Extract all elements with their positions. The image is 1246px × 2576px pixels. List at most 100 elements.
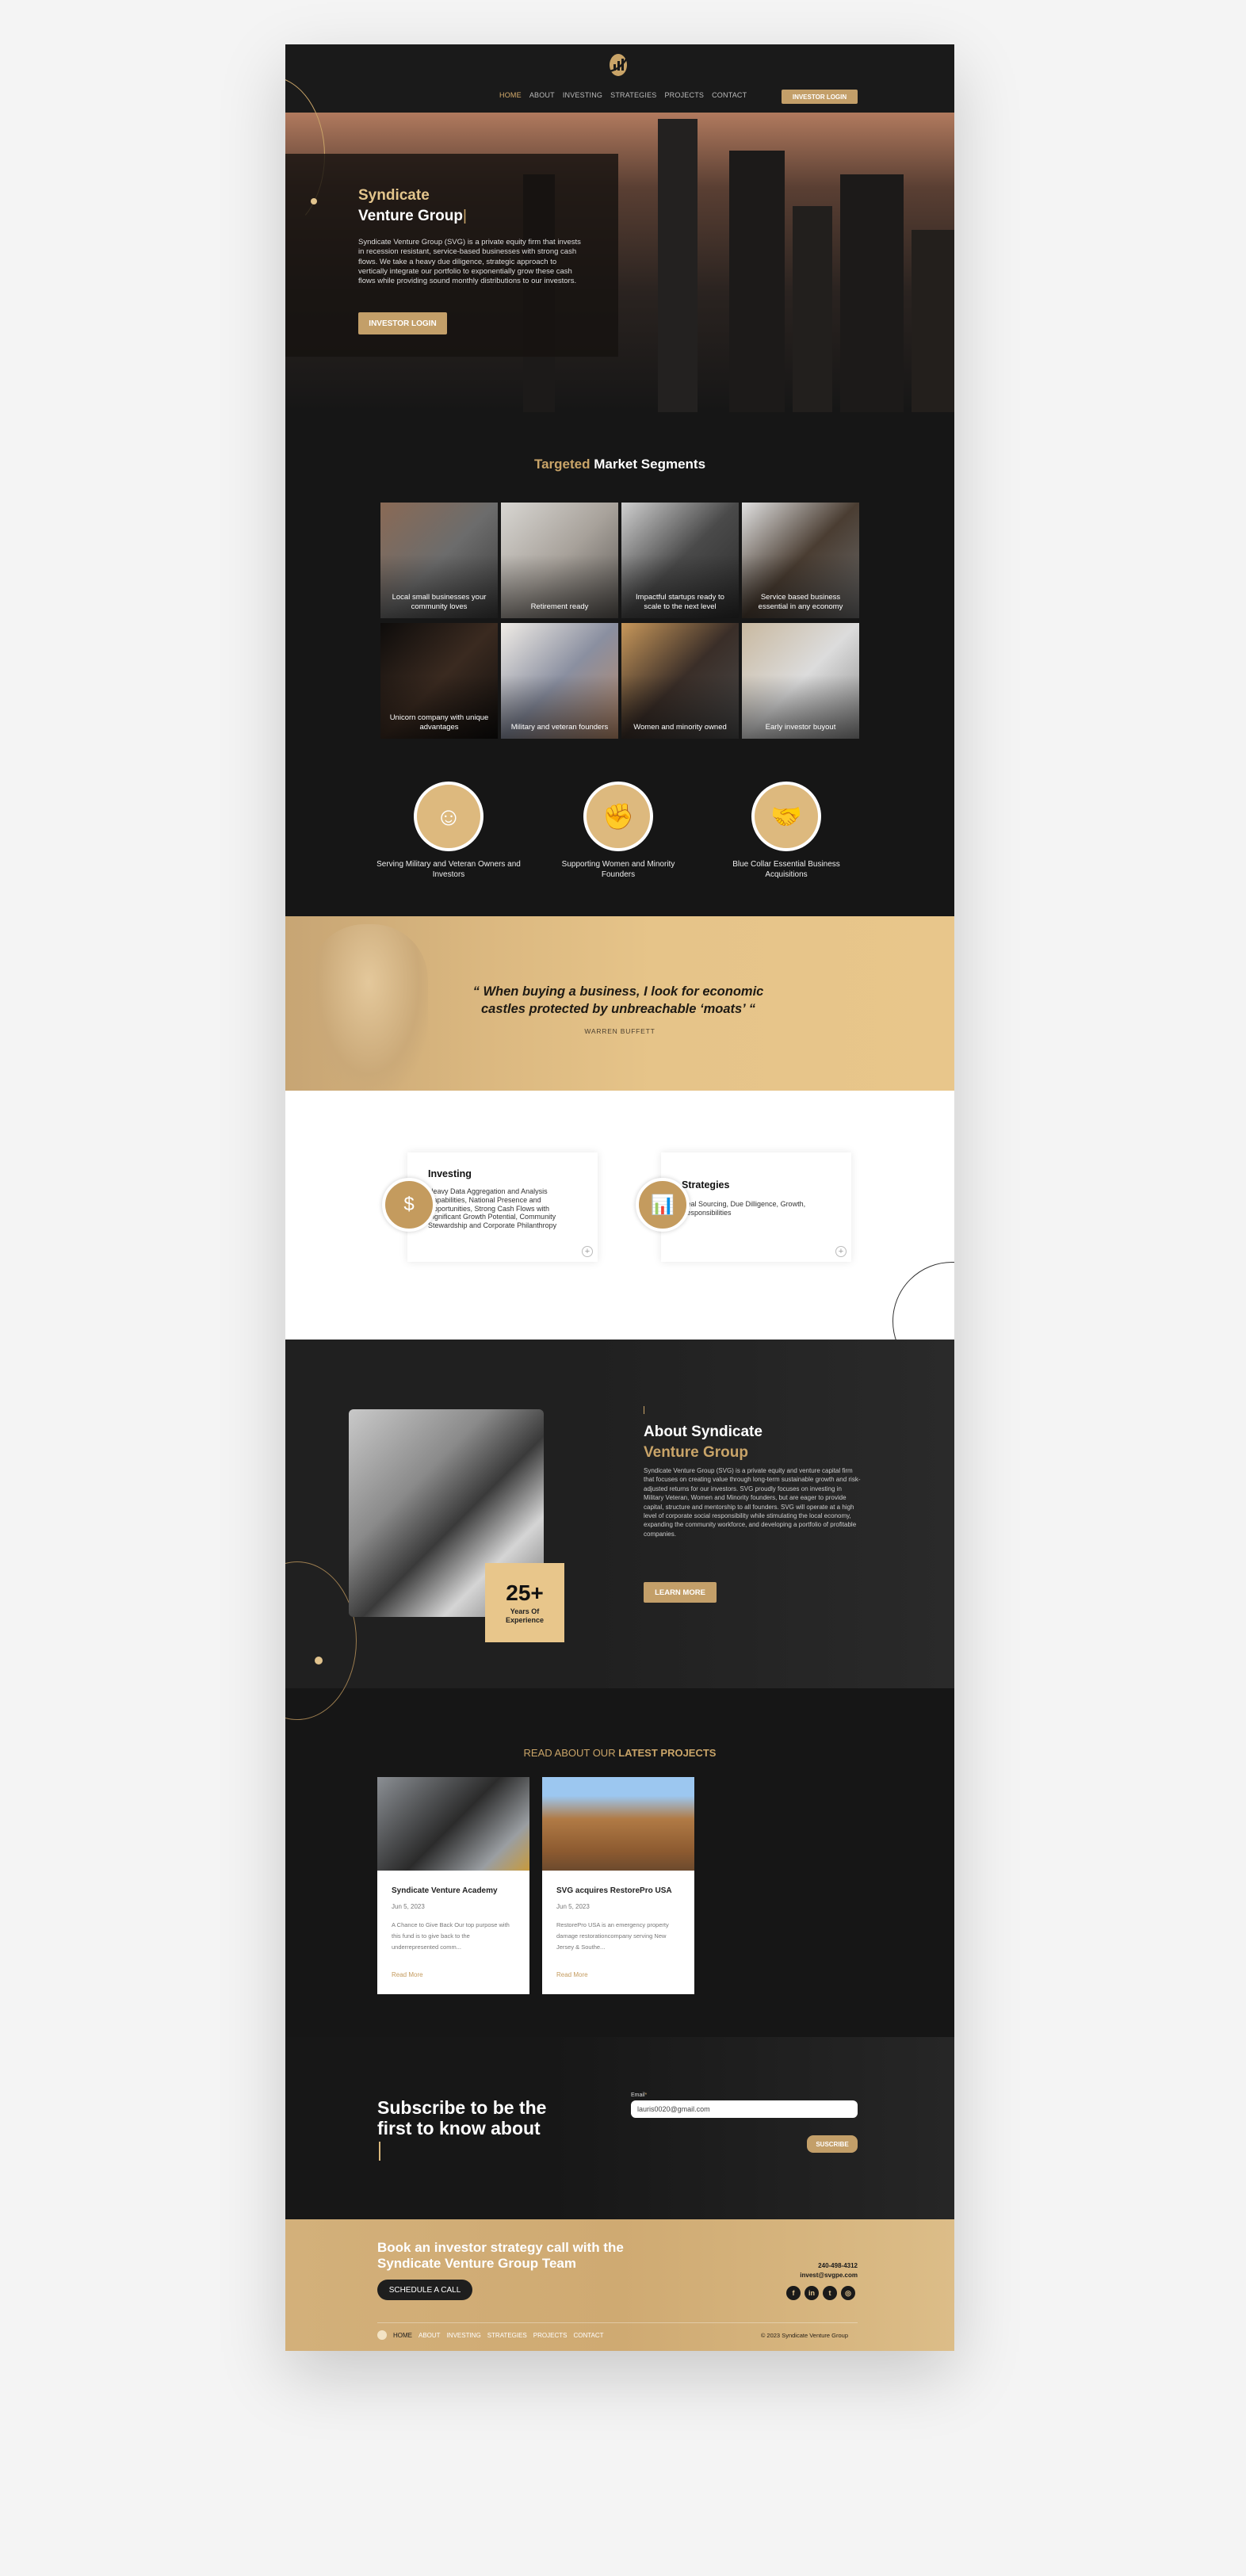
footer-nav: HOME ABOUT INVESTING STRATEGIES PROJECTS… [393,2332,604,2339]
footer-nav-home[interactable]: HOME [393,2332,412,2339]
learn-more-button[interactable]: LEARN MORE [644,1582,717,1603]
investing-card[interactable]: Investing Heavy Data Aggregation and Ana… [407,1152,598,1262]
saluting-soldier-icon: ☺ [414,782,483,851]
presentation-chart-icon: 📊 [636,1178,690,1232]
footer-divider [377,2322,858,2323]
raised-fists-icon: ✊ [583,782,653,851]
segments-heading: Targeted Market Segments [285,457,954,472]
twitter-icon[interactable]: t [823,2286,837,2300]
project-title[interactable]: Syndicate Venture Academy [392,1886,515,1895]
segment-tile[interactable]: Retirement ready [501,503,618,618]
feature-label-military: Serving Military and Veteran Owners and … [376,860,521,879]
instagram-icon[interactable]: ◎ [841,2286,855,2300]
segment-caption: Impactful startups ready to scale to the… [636,593,724,611]
page: HOME ABOUT INVESTING STRATEGIES PROJECTS… [285,44,954,2351]
nav-strategies[interactable]: STRATEGIES [610,91,656,99]
project-date: Jun 5, 2023 [556,1903,590,1910]
experience-badge: 25+ Years Of Experience [485,1563,564,1642]
segment-caption: Women and minority owned [633,723,727,732]
segment-caption: Service based business essential in any … [758,593,843,611]
footer-phone[interactable]: 240-498-4312 [818,2262,858,2269]
badge-number: 25+ [506,1580,544,1605]
subscribe-section: Subscribe to be the first to know about … [285,2037,954,2219]
segments-heading-text: Market Segments [594,457,706,472]
expand-plus-icon[interactable]: + [582,1246,593,1257]
quote-author: WARREN BUFFETT [584,1027,655,1035]
footer-nav-projects[interactable]: PROJECTS [533,2332,568,2339]
footer-nav-investing[interactable]: INVESTING [447,2332,481,2339]
nav-contact[interactable]: CONTACT [712,91,747,99]
segments-heading-accent: Targeted [533,457,591,472]
copyright: © 2023 Syndicate Venture Group [760,2332,848,2339]
segments-grid: Local small businesses your community lo… [380,503,859,739]
segment-caption: Retirement ready [530,602,589,611]
project-image [377,1777,529,1871]
tile-overlay [742,623,859,739]
nav-about[interactable]: ABOUT [529,91,555,99]
main-nav: HOME ABOUT INVESTING STRATEGIES PROJECTS… [499,91,747,99]
footer: Book an investor strategy call with the … [285,2219,954,2351]
linkedin-icon[interactable]: in [805,2286,819,2300]
hero-title-text: Venture Group [358,208,463,224]
feature-label-blue-collar: Blue Collar Essential Business Acquisiti… [732,860,840,879]
feature-label-women-minority: Supporting Women and Minority Founders [561,860,675,879]
read-more-link[interactable]: Read More [556,1971,588,1978]
subscribe-button[interactable]: SUSCRIBE [807,2135,858,2153]
about-section: 25+ Years Of Experience About Syndicate … [285,1340,954,1720]
quote-text: “ When buying a business, I look for eco… [472,984,764,1016]
footer-logo-icon[interactable] [377,2330,387,2340]
text-cursor [379,2142,380,2161]
services-section: Investing Heavy Data Aggregation and Ana… [285,1091,954,1381]
project-excerpt: RestorePro USA is an emergency property … [556,1921,669,1951]
hero-text-box: Syndicate Venture Group| Syndicate Ventu… [285,154,618,357]
hero-body: Syndicate Venture Group (SVG) is a priva… [358,238,581,286]
hero-title: Venture Group| [358,208,467,224]
hero-title-accent: Syndicate [358,187,430,204]
facebook-icon[interactable]: f [786,2286,801,2300]
footer-nav-strategies[interactable]: STRATEGIES [487,2332,527,2339]
segment-tile[interactable]: Unicorn company with unique advantages [380,623,498,739]
strategies-card[interactable]: Strategies Deal Sourcing, Due Dilligence… [661,1152,851,1262]
social-links: f in t ◎ [786,2286,855,2300]
footer-nav-about[interactable]: ABOUT [419,2332,441,2339]
segment-tile[interactable]: Women and minority owned [621,623,739,739]
portrait-image [309,924,428,1091]
footer-title: Book an investor strategy call with the … [377,2240,624,2271]
project-card[interactable]: Syndicate Venture Academy Jun 5, 2023 A … [377,1777,529,1994]
segment-tile[interactable]: Local small businesses your community lo… [380,503,498,618]
hero-investor-login-button[interactable]: INVESTOR LOGIN [358,312,447,334]
decorative-dot [311,198,317,204]
project-image [542,1777,694,1871]
tile-overlay [621,623,739,739]
projects-heading-light: READ ABOUT OUR [523,1747,616,1759]
investing-title: Investing [428,1168,472,1179]
footer-nav-contact[interactable]: CONTACT [573,2332,603,2339]
segment-tile[interactable]: Military and veteran founders [501,623,618,739]
projects-heading-bold: LATEST PROJECTS [618,1747,717,1759]
projects-heading: READ ABOUT OUR LATEST PROJECTS [285,1747,954,1759]
badge-label: Years Of Experience [505,1607,545,1624]
nav-projects[interactable]: PROJECTS [664,91,704,99]
quote-section: “ When buying a business, I look for eco… [285,916,954,1091]
expand-plus-icon[interactable]: + [835,1246,847,1257]
decorative-arc [285,1561,357,1720]
nav-investing[interactable]: INVESTING [563,91,602,99]
read-more-link[interactable]: Read More [392,1971,423,1978]
email-input[interactable] [631,2100,858,2118]
nav-home[interactable]: HOME [499,91,522,99]
segment-tile[interactable]: Service based business essential in any … [742,503,859,618]
logo-icon[interactable] [606,51,633,78]
investor-login-button[interactable]: INVESTOR LOGIN [782,90,858,104]
strategies-body: Deal Sourcing, Due Dilligence, Growth, R… [682,1200,806,1217]
about-title-accent: Venture Group [644,1444,748,1461]
segment-caption: Local small businesses your community lo… [392,593,487,611]
segment-tile[interactable]: Early investor buyout [742,623,859,739]
project-card[interactable]: SVG acquires RestorePro USA Jun 5, 2023 … [542,1777,694,1994]
strategies-title: Strategies [682,1179,730,1191]
money-plant-hand-icon: $ [382,1178,436,1232]
segment-tile[interactable]: Impactful startups ready to scale to the… [621,503,739,618]
footer-email[interactable]: invest@svgpe.com [800,2272,858,2279]
top-nav: HOME ABOUT INVESTING STRATEGIES PROJECTS… [285,44,954,113]
project-title[interactable]: SVG acquires RestorePro USA [556,1886,680,1895]
schedule-call-button[interactable]: SCHEDULE A CALL [377,2280,472,2300]
